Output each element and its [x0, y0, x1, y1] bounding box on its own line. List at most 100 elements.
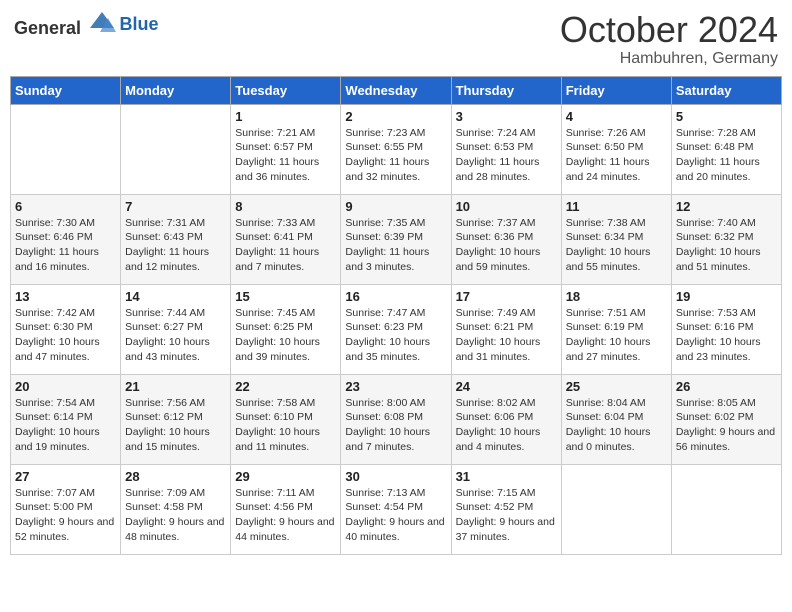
day-number: 25 [566, 379, 667, 394]
calendar-cell: 31 Sunrise: 7:15 AMSunset: 4:52 PMDayligh… [451, 464, 561, 554]
cell-content: Sunrise: 7:09 AMSunset: 4:58 PMDaylight:… [125, 486, 226, 545]
calendar-cell: 7 Sunrise: 7:31 AMSunset: 6:43 PMDaylight… [121, 194, 231, 284]
cell-content: Sunrise: 7:21 AMSunset: 6:57 PMDaylight:… [235, 126, 336, 185]
cell-content: Sunrise: 7:40 AMSunset: 6:32 PMDaylight:… [676, 216, 777, 275]
day-of-week-header: Friday [561, 76, 671, 104]
day-number: 28 [125, 469, 226, 484]
cell-content: Sunrise: 8:04 AMSunset: 6:04 PMDaylight:… [566, 396, 667, 455]
calendar-cell: 6 Sunrise: 7:30 AMSunset: 6:46 PMDaylight… [11, 194, 121, 284]
calendar-header-row: SundayMondayTuesdayWednesdayThursdayFrid… [11, 76, 782, 104]
cell-content: Sunrise: 7:58 AMSunset: 6:10 PMDaylight:… [235, 396, 336, 455]
calendar-cell [671, 464, 781, 554]
calendar-cell: 13 Sunrise: 7:42 AMSunset: 6:30 PMDayligh… [11, 284, 121, 374]
cell-content: Sunrise: 7:37 AMSunset: 6:36 PMDaylight:… [456, 216, 557, 275]
calendar-cell: 15 Sunrise: 7:45 AMSunset: 6:25 PMDayligh… [231, 284, 341, 374]
calendar-cell: 18Sunrise: 7:51 AMSunset: 6:19 PMDayligh… [561, 284, 671, 374]
cell-content: Sunrise: 8:05 AMSunset: 6:02 PMDaylight:… [676, 396, 777, 455]
location-title: Hambuhren, Germany [560, 50, 778, 68]
day-number: 22 [235, 379, 336, 394]
calendar-cell: 28 Sunrise: 7:09 AMSunset: 4:58 PMDayligh… [121, 464, 231, 554]
day-number: 23 [345, 379, 446, 394]
calendar-cell: 9Sunrise: 7:35 AMSunset: 6:39 PMDaylight… [341, 194, 451, 284]
title-area: October 2024 Hambuhren, Germany [560, 10, 778, 68]
calendar-cell: 14 Sunrise: 7:44 AMSunset: 6:27 PMDayligh… [121, 284, 231, 374]
day-number: 10 [456, 199, 557, 214]
logo: General Blue [14, 10, 159, 39]
day-number: 12 [676, 199, 777, 214]
calendar-cell: 11 Sunrise: 7:38 AMSunset: 6:34 PMDayligh… [561, 194, 671, 284]
calendar-cell: 23 Sunrise: 8:00 AMSunset: 6:08 PMDayligh… [341, 374, 451, 464]
calendar-cell: 10 Sunrise: 7:37 AMSunset: 6:36 PMDayligh… [451, 194, 561, 284]
day-number: 30 [345, 469, 446, 484]
cell-content: Sunrise: 7:24 AMSunset: 6:53 PMDaylight:… [456, 126, 557, 185]
day-number: 2 [345, 109, 446, 124]
day-number: 31 [456, 469, 557, 484]
day-number: 13 [15, 289, 116, 304]
cell-content: Sunrise: 7:49 AMSunset: 6:21 PMDaylight:… [456, 306, 557, 365]
day-number: 5 [676, 109, 777, 124]
cell-content: Sunrise: 7:35 AMSunset: 6:39 PMDaylight:… [345, 216, 446, 275]
day-number: 7 [125, 199, 226, 214]
cell-content: Sunrise: 7:38 AMSunset: 6:34 PMDaylight:… [566, 216, 667, 275]
day-of-week-header: Tuesday [231, 76, 341, 104]
cell-content: Sunrise: 7:13 AMSunset: 4:54 PMDaylight:… [345, 486, 446, 545]
day-number: 29 [235, 469, 336, 484]
cell-content: Sunrise: 7:26 AMSunset: 6:50 PMDaylight:… [566, 126, 667, 185]
calendar-cell: 30 Sunrise: 7:13 AMSunset: 4:54 PMDayligh… [341, 464, 451, 554]
cell-content: Sunrise: 7:31 AMSunset: 6:43 PMDaylight:… [125, 216, 226, 275]
calendar-cell: 8 Sunrise: 7:33 AMSunset: 6:41 PMDaylight… [231, 194, 341, 284]
cell-content: Sunrise: 7:23 AMSunset: 6:55 PMDaylight:… [345, 126, 446, 185]
day-number: 3 [456, 109, 557, 124]
calendar-cell: 29 Sunrise: 7:11 AMSunset: 4:56 PMDayligh… [231, 464, 341, 554]
calendar-cell [561, 464, 671, 554]
day-of-week-header: Thursday [451, 76, 561, 104]
cell-content: Sunrise: 7:33 AMSunset: 6:41 PMDaylight:… [235, 216, 336, 275]
day-of-week-header: Saturday [671, 76, 781, 104]
day-number: 19 [676, 289, 777, 304]
logo-general: General [14, 18, 81, 38]
cell-content: Sunrise: 7:51 AMSunset: 6:19 PMDaylight:… [566, 306, 667, 365]
cell-content: Sunrise: 7:30 AMSunset: 6:46 PMDaylight:… [15, 216, 116, 275]
cell-content: Sunrise: 8:00 AMSunset: 6:08 PMDaylight:… [345, 396, 446, 455]
calendar-cell: 16 Sunrise: 7:47 AMSunset: 6:23 PMDayligh… [341, 284, 451, 374]
calendar-cell: 17 Sunrise: 7:49 AMSunset: 6:21 PMDayligh… [451, 284, 561, 374]
calendar-cell [121, 104, 231, 194]
day-number: 27 [15, 469, 116, 484]
calendar-cell: 4 Sunrise: 7:26 AMSunset: 6:50 PMDaylight… [561, 104, 671, 194]
calendar-cell: 2 Sunrise: 7:23 AMSunset: 6:55 PMDaylight… [341, 104, 451, 194]
calendar-cell: 1 Sunrise: 7:21 AMSunset: 6:57 PMDaylight… [231, 104, 341, 194]
day-number: 11 [566, 199, 667, 214]
day-number: 20 [15, 379, 116, 394]
day-number: 17 [456, 289, 557, 304]
cell-content: Sunrise: 7:11 AMSunset: 4:56 PMDaylight:… [235, 486, 336, 545]
day-of-week-header: Sunday [11, 76, 121, 104]
cell-content: Sunrise: 7:44 AMSunset: 6:27 PMDaylight:… [125, 306, 226, 365]
cell-content: Sunrise: 7:54 AMSunset: 6:14 PMDaylight:… [15, 396, 116, 455]
cell-content: Sunrise: 7:56 AMSunset: 6:12 PMDaylight:… [125, 396, 226, 455]
day-number: 6 [15, 199, 116, 214]
cell-content: Sunrise: 7:42 AMSunset: 6:30 PMDaylight:… [15, 306, 116, 365]
cell-content: Sunrise: 7:28 AMSunset: 6:48 PMDaylight:… [676, 126, 777, 185]
calendar-cell: 26 Sunrise: 8:05 AMSunset: 6:02 PMDayligh… [671, 374, 781, 464]
calendar-cell: 24Sunrise: 8:02 AMSunset: 6:06 PMDayligh… [451, 374, 561, 464]
calendar-cell: 3 Sunrise: 7:24 AMSunset: 6:53 PMDaylight… [451, 104, 561, 194]
day-number: 4 [566, 109, 667, 124]
day-number: 15 [235, 289, 336, 304]
logo-icon [88, 10, 116, 34]
cell-content: Sunrise: 7:45 AMSunset: 6:25 PMDaylight:… [235, 306, 336, 365]
calendar-cell: 12 Sunrise: 7:40 AMSunset: 6:32 PMDayligh… [671, 194, 781, 284]
day-number: 8 [235, 199, 336, 214]
calendar-cell: 5 Sunrise: 7:28 AMSunset: 6:48 PMDaylight… [671, 104, 781, 194]
day-number: 26 [676, 379, 777, 394]
cell-content: Sunrise: 7:07 AMSunset: 5:00 PMDaylight:… [15, 486, 116, 545]
day-number: 16 [345, 289, 446, 304]
calendar-cell: 20 Sunrise: 7:54 AMSunset: 6:14 PMDayligh… [11, 374, 121, 464]
day-of-week-header: Wednesday [341, 76, 451, 104]
month-title: October 2024 [560, 10, 778, 50]
calendar-cell: 27 Sunrise: 7:07 AMSunset: 5:00 PMDayligh… [11, 464, 121, 554]
cell-content: Sunrise: 7:15 AMSunset: 4:52 PMDaylight:… [456, 486, 557, 545]
day-number: 1 [235, 109, 336, 124]
page-header: General Blue October 2024 Hambuhren, Ger… [10, 10, 782, 68]
day-number: 14 [125, 289, 226, 304]
cell-content: Sunrise: 7:47 AMSunset: 6:23 PMDaylight:… [345, 306, 446, 365]
